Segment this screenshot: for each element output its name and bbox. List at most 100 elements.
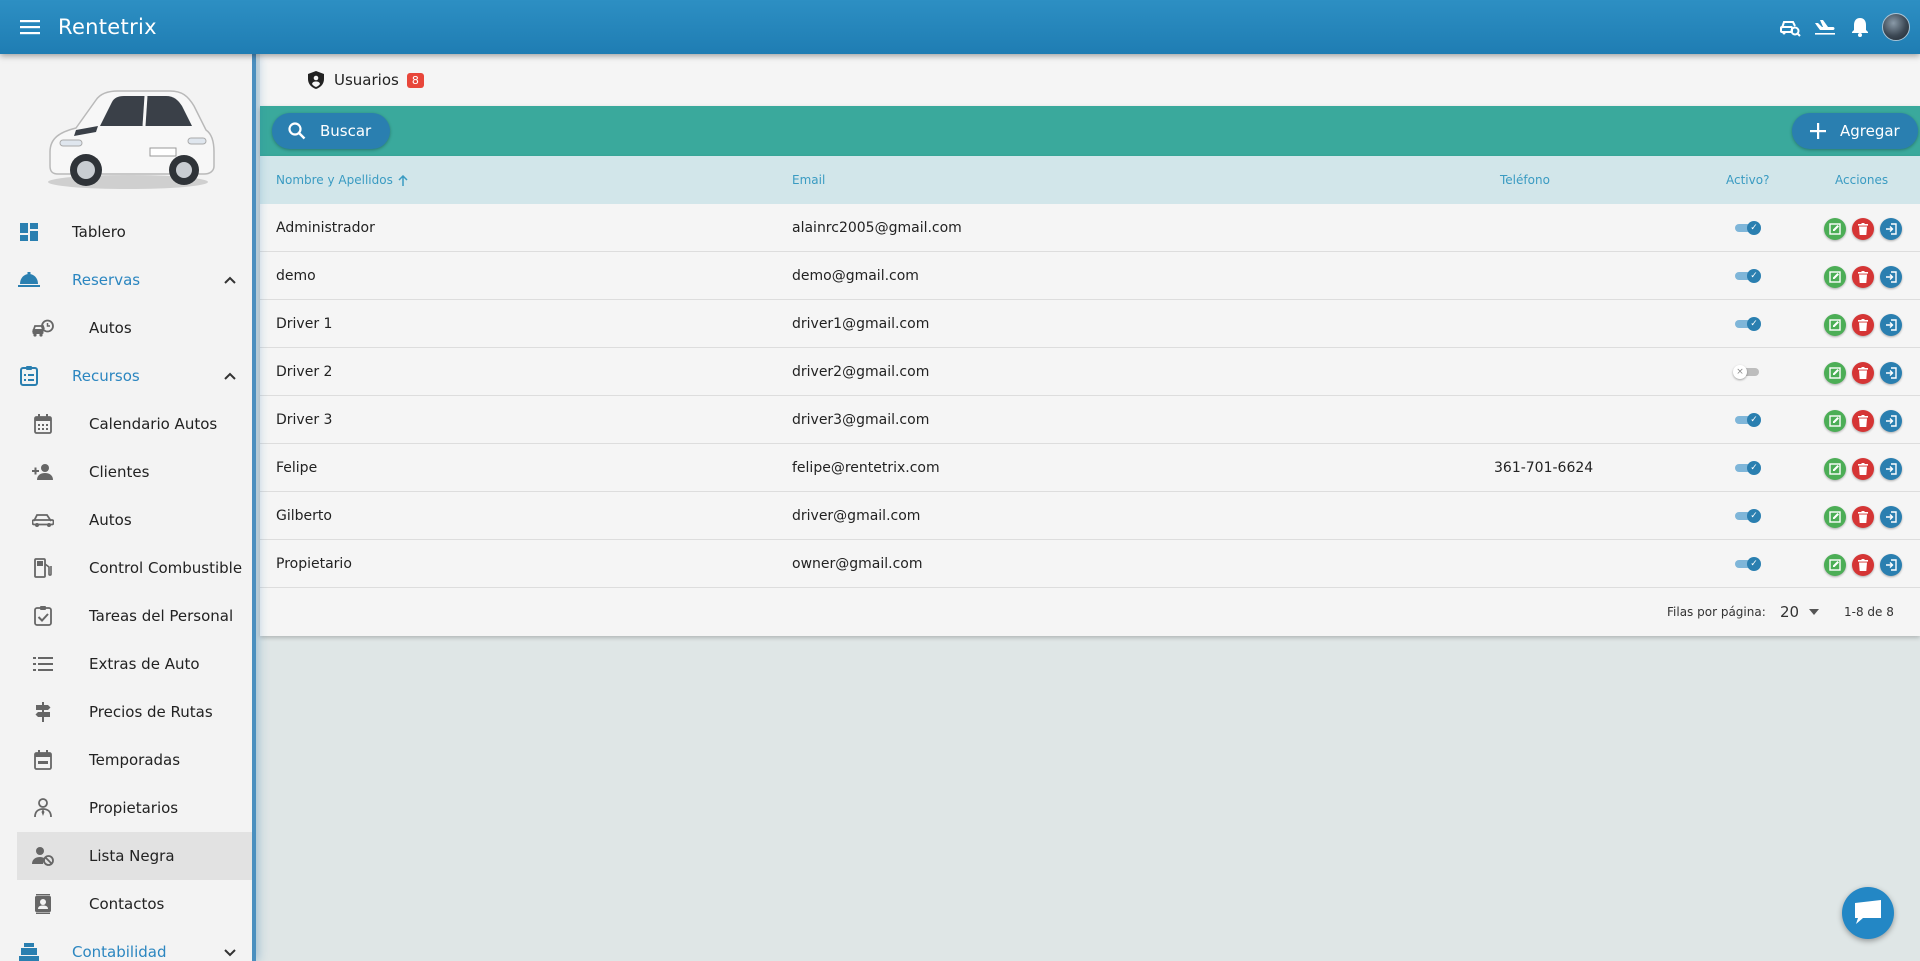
add-button-label: Agregar	[1840, 122, 1900, 140]
user-name-cell: Gilberto	[276, 508, 332, 524]
active-toggle[interactable]: ✓	[1733, 269, 1761, 283]
active-toggle[interactable]: ✓	[1733, 413, 1761, 427]
sidebar-item-control-combustible[interactable]: Control Combustible	[0, 544, 252, 592]
user-name-cell: Administrador	[276, 220, 375, 236]
delete-icon[interactable]	[1852, 410, 1874, 432]
sidebar-item-label: Contactos	[89, 895, 165, 913]
person-add-icon	[32, 461, 54, 483]
column-header-active[interactable]: Activo?	[1726, 156, 1769, 204]
delete-icon[interactable]	[1852, 458, 1874, 480]
chat-icon[interactable]	[1842, 887, 1894, 939]
login-as-icon[interactable]	[1880, 458, 1902, 480]
sort-arrow-up-icon	[398, 174, 408, 186]
plus-icon	[1810, 123, 1826, 139]
rows-per-page-label: Filas por página:	[1667, 605, 1766, 619]
sidebar-item-autos-reservas[interactable]: Autos	[0, 304, 252, 352]
edit-icon[interactable]	[1824, 554, 1846, 576]
sidebar-item-propietarios[interactable]: Propietarios	[0, 784, 252, 832]
login-as-icon[interactable]	[1880, 554, 1902, 576]
delete-icon[interactable]	[1852, 314, 1874, 336]
sidebar-item-label: Precios de Rutas	[89, 703, 213, 721]
sidebar-item-label: Temporadas	[89, 751, 181, 769]
active-toggle[interactable]: ✓	[1733, 461, 1761, 475]
login-as-icon[interactable]	[1880, 266, 1902, 288]
user-email-cell: demo@gmail.com	[792, 268, 919, 284]
sidebar-group-recursos[interactable]: Recursos	[0, 352, 252, 400]
sidebar-item-precios-de-rutas[interactable]: Precios de Rutas	[0, 688, 252, 736]
table-row[interactable]: Propietario owner@gmail.com ✓	[260, 540, 1920, 588]
sidebar-item-lista-negra[interactable]: Lista Negra	[17, 832, 252, 880]
top-app-bar: Rentetrix	[0, 0, 1920, 54]
sidebar-item-label: Contabilidad	[72, 943, 167, 961]
active-toggle[interactable]: ✓	[1733, 509, 1761, 523]
sidebar-item-extras-de-auto[interactable]: Extras de Auto	[0, 640, 252, 688]
main-content: Usuarios 8 Buscar Agregar Nombre y Apell…	[260, 54, 1920, 961]
sidebar-group-contabilidad[interactable]: Contabilidad	[0, 928, 252, 961]
delete-icon[interactable]	[1852, 554, 1874, 576]
sidebar-item-tareas-del-personal[interactable]: Tareas del Personal	[0, 592, 252, 640]
chevron-up-icon	[222, 368, 238, 384]
sidebar-item-temporadas[interactable]: Temporadas	[0, 736, 252, 784]
login-as-icon[interactable]	[1880, 506, 1902, 528]
table-toolbar: Buscar Agregar	[260, 106, 1920, 156]
active-toggle[interactable]: ✓	[1733, 221, 1761, 235]
sidebar-item-clientes[interactable]: Clientes	[0, 448, 252, 496]
fuel-pump-icon	[32, 557, 54, 579]
edit-icon[interactable]	[1824, 458, 1846, 480]
sidebar-item-contactos[interactable]: Contactos	[0, 880, 252, 928]
hamburger-menu-icon[interactable]	[16, 13, 44, 41]
edit-icon[interactable]	[1824, 314, 1846, 336]
delete-icon[interactable]	[1852, 362, 1874, 384]
table-row[interactable]: Administrador alainrc2005@gmail.com ✓	[260, 204, 1920, 252]
column-header-email[interactable]: Email	[792, 156, 825, 204]
chevron-down-icon	[222, 944, 238, 960]
login-as-icon[interactable]	[1880, 362, 1902, 384]
sidebar-item-label: Calendario Autos	[89, 415, 218, 433]
pagination-range: 1-8 de 8	[1844, 605, 1894, 619]
clipboard-list-icon	[18, 365, 40, 387]
table-row[interactable]: Gilberto driver@gmail.com ✓	[260, 492, 1920, 540]
table-row[interactable]: demo demo@gmail.com ✓	[260, 252, 1920, 300]
delete-icon[interactable]	[1852, 506, 1874, 528]
login-as-icon[interactable]	[1880, 314, 1902, 336]
sidebar-item-autos[interactable]: Autos	[0, 496, 252, 544]
edit-icon[interactable]	[1824, 362, 1846, 384]
sidebar-item-label: Control Combustible	[89, 559, 243, 577]
sidebar-item-tablero[interactable]: Tablero	[0, 208, 252, 256]
sidebar-group-reservas[interactable]: Reservas	[0, 256, 252, 304]
shield-account-icon	[308, 71, 326, 89]
column-header-phone[interactable]: Teléfono	[1500, 156, 1550, 204]
sidebar-item-calendario-autos[interactable]: Calendario Autos	[0, 400, 252, 448]
table-row[interactable]: Felipe felipe@rentetrix.com 361-701-6624…	[260, 444, 1920, 492]
table-row[interactable]: Driver 3 driver3@gmail.com ✓	[260, 396, 1920, 444]
edit-icon[interactable]	[1824, 266, 1846, 288]
login-as-icon[interactable]	[1880, 218, 1902, 240]
add-user-button[interactable]: Agregar	[1792, 113, 1918, 149]
user-phone-cell: 361-701-6624	[1494, 460, 1594, 476]
table-row[interactable]: Driver 1 driver1@gmail.com ✓	[260, 300, 1920, 348]
user-email-cell: owner@gmail.com	[792, 556, 923, 572]
sidebar-item-label: Autos	[89, 511, 132, 529]
car-search-icon[interactable]	[1777, 14, 1803, 40]
search-button-label: Buscar	[320, 122, 372, 140]
sidebar-item-label: Extras de Auto	[89, 655, 200, 673]
calendar-icon	[32, 413, 54, 435]
user-count-badge: 8	[406, 72, 424, 88]
airplane-landing-icon[interactable]	[1812, 14, 1838, 40]
edit-icon[interactable]	[1824, 410, 1846, 432]
active-toggle[interactable]: ×	[1733, 365, 1761, 379]
table-row[interactable]: Driver 2 driver2@gmail.com ×	[260, 348, 1920, 396]
edit-icon[interactable]	[1824, 218, 1846, 240]
user-email-cell: driver3@gmail.com	[792, 412, 930, 428]
user-avatar[interactable]	[1882, 13, 1910, 41]
rows-per-page-select[interactable]: 20	[1780, 600, 1828, 624]
delete-icon[interactable]	[1852, 218, 1874, 240]
column-header-name[interactable]: Nombre y Apellidos	[276, 156, 408, 204]
edit-icon[interactable]	[1824, 506, 1846, 528]
active-toggle[interactable]: ✓	[1733, 317, 1761, 331]
login-as-icon[interactable]	[1880, 410, 1902, 432]
delete-icon[interactable]	[1852, 266, 1874, 288]
bell-icon[interactable]	[1847, 14, 1873, 40]
active-toggle[interactable]: ✓	[1733, 557, 1761, 571]
search-button[interactable]: Buscar	[272, 113, 390, 149]
